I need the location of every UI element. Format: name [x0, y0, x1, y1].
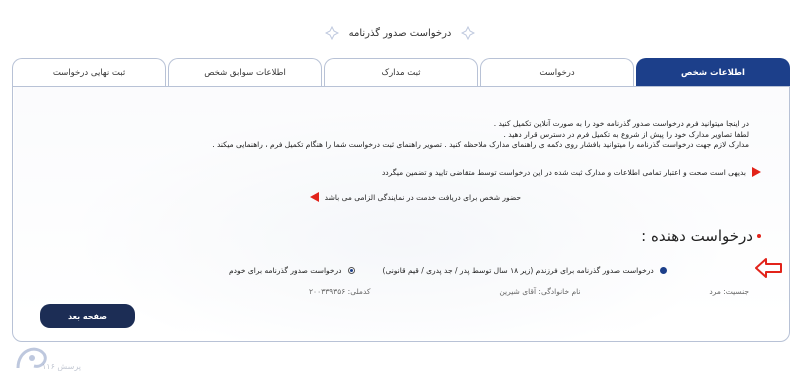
instruction-line: مدارک لازم جهت درخواست گذرنامه را میتوان… — [212, 140, 749, 149]
tab-documents[interactable]: ثبت مدارک — [324, 58, 478, 86]
applicant-details: کدملی: ۲۰۰۳۳۹۳۵۶ نام خانوادگی: آقای شیری… — [309, 287, 749, 296]
gender: جنسیت: مرد — [709, 287, 749, 296]
instructions: در اینجا میتوانید فرم درخواست صدور گذرنا… — [149, 119, 749, 151]
form-panel: در اینجا میتوانید فرم درخواست صدور گذرنا… — [12, 86, 790, 342]
notice-validity: بدیهی است صحت و اعتبار تمامی اطلاعات و م… — [382, 167, 761, 177]
tab-final-submit[interactable]: ثبت نهایی درخواست — [12, 58, 166, 86]
instruction-line: لطفا تصاویر مدارک خود را پیش از شروع به … — [503, 129, 749, 139]
page-title: درخواست صدور گذرنامه — [348, 27, 452, 39]
tab-request[interactable]: درخواست — [480, 58, 634, 86]
notice-presence: حضور شخص برای دریافت خدمت در نمایندگی ال… — [309, 192, 521, 202]
radio-button-child[interactable] — [659, 266, 667, 274]
red-arrow-icon — [755, 258, 782, 278]
tab-person-history[interactable]: اطلاعات سوابق شخص — [168, 58, 322, 86]
applicant-type-options: درخواست صدور گذرنامه برای خودم درخواست ص… — [229, 262, 749, 278]
tab-bar: اطلاعات شخص درخواست ثبت مدارک اطلاعات سو… — [12, 58, 790, 86]
page-header: درخواست صدور گذرنامه — [0, 18, 800, 48]
radio-option-self[interactable]: درخواست صدور گذرنامه برای خودم — [229, 266, 355, 275]
red-triangle-icon — [309, 192, 319, 202]
next-page-button[interactable]: صفحه بعد — [40, 304, 135, 328]
bullet-dot-icon — [757, 234, 761, 238]
ornament-icon — [461, 26, 476, 40]
tab-personal-info[interactable]: اطلاعات شخص — [636, 58, 790, 86]
radio-button-self[interactable] — [347, 266, 355, 274]
red-triangle-icon — [752, 167, 761, 177]
national-code: کدملی: ۲۰۰۳۳۹۳۵۶ — [309, 287, 371, 296]
family-name: نام خانوادگی: آقای شیرین — [499, 287, 581, 296]
radio-option-child[interactable]: درخواست صدور گذرنامه برای فرزندم (زیر ۱۸… — [383, 266, 667, 275]
applicant-heading: درخواست دهنده : — [641, 227, 761, 245]
logo-text: پرسش ۱۱۶ — [42, 362, 81, 371]
ornament-icon — [324, 26, 339, 40]
instruction-line: در اینجا میتوانید فرم درخواست صدور گذرنا… — [493, 119, 749, 128]
